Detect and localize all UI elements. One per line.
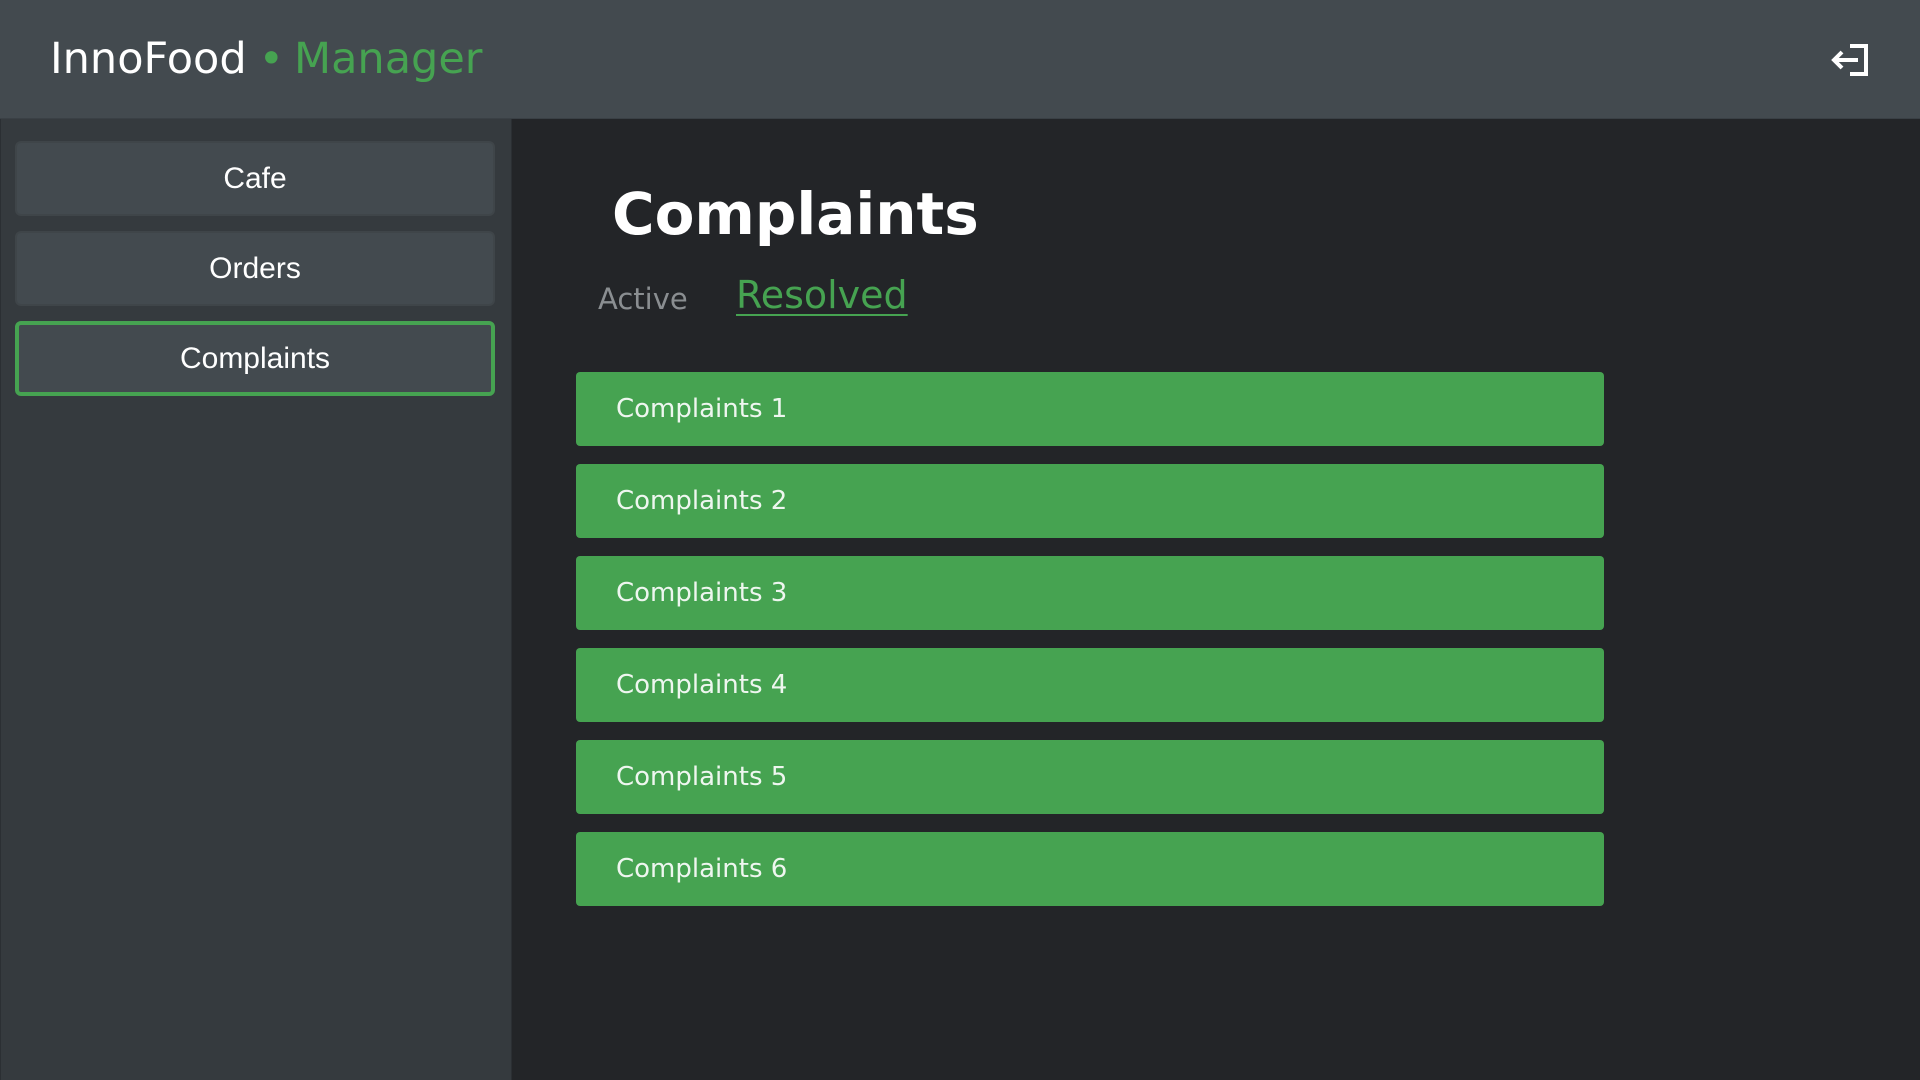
sidebar-item-orders[interactable]: Orders <box>15 231 495 306</box>
app-window: InnoFood • Manager Cafe Orders Complaints … <box>0 0 1920 1080</box>
complaint-item[interactable]: Complaints 3 <box>576 556 1604 630</box>
logout-icon <box>1830 42 1870 78</box>
top-bar: InnoFood • Manager <box>0 0 1920 119</box>
tab-resolved[interactable]: Resolved <box>736 273 908 317</box>
sidebar: Cafe Orders Complaints <box>0 119 512 1080</box>
complaints-list: Complaints 1 Complaints 2 Complaints 3 C… <box>576 372 1604 924</box>
complaint-item[interactable]: Complaints 6 <box>576 832 1604 906</box>
sidebar-item-complaints[interactable]: Complaints <box>15 321 495 396</box>
logout-button[interactable] <box>1828 38 1872 82</box>
complaint-item[interactable]: Complaints 5 <box>576 740 1604 814</box>
brand-name: InnoFood <box>50 34 247 84</box>
brand-separator: • <box>258 34 284 84</box>
complaint-item[interactable]: Complaints 1 <box>576 372 1604 446</box>
complaint-item[interactable]: Complaints 4 <box>576 648 1604 722</box>
brand-role: Manager <box>293 34 483 84</box>
page-title: Complaints <box>612 180 979 248</box>
tab-active[interactable]: Active <box>598 282 688 316</box>
complaint-item[interactable]: Complaints 2 <box>576 464 1604 538</box>
sidebar-item-cafe[interactable]: Cafe <box>15 141 495 216</box>
main-content: Complaints Active Resolved Complaints 1 … <box>512 119 1920 1080</box>
brand-logo: InnoFood • Manager <box>50 30 482 88</box>
